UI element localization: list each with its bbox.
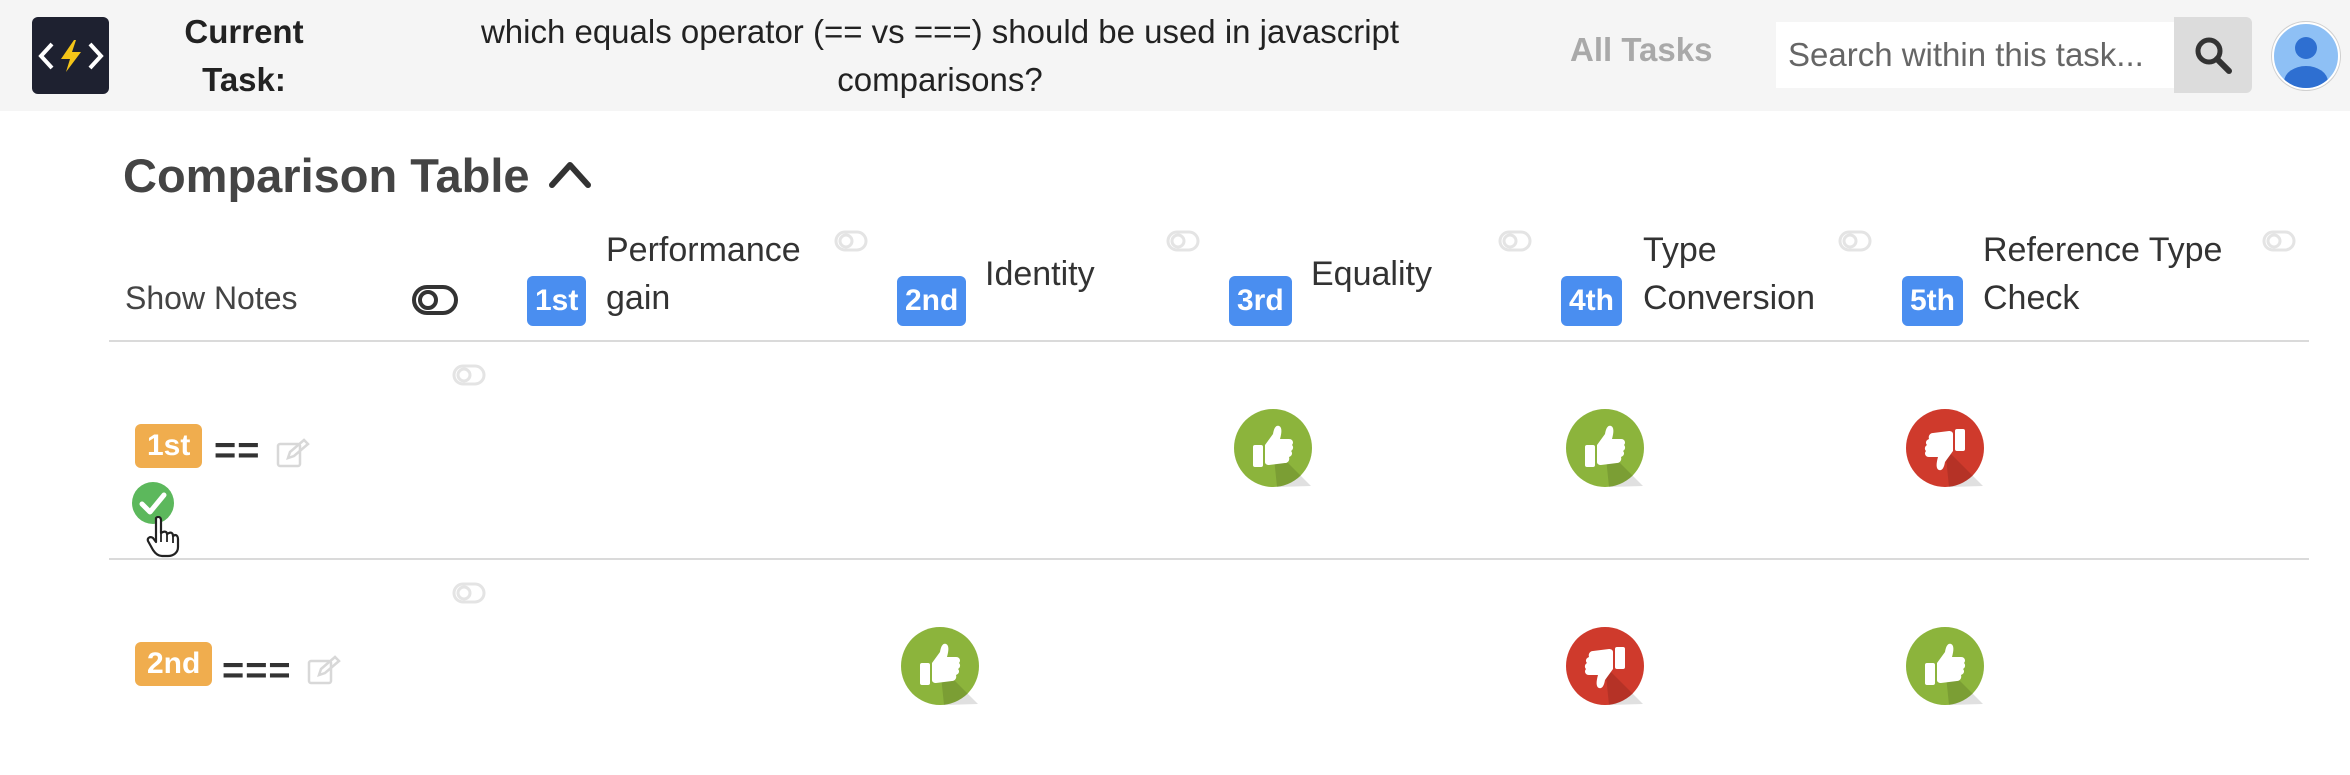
column-notes-toggle[interactable] (2262, 230, 2296, 252)
column-header-performance-gain: Performance gain (606, 226, 801, 322)
thumbs-up-icon[interactable] (1233, 408, 1313, 488)
app-logo[interactable] (32, 17, 109, 94)
column-rank-badge: 2nd (897, 276, 967, 326)
row-notes-toggle[interactable] (452, 582, 486, 604)
option-name: == (214, 430, 261, 472)
column-label-line: Reference Type (1983, 231, 2223, 269)
row-divider (109, 340, 2309, 342)
toggle-icon (452, 364, 486, 386)
toggle-icon (1838, 230, 1872, 252)
edit-icon[interactable] (307, 655, 341, 692)
column-rank-badge: 5th (1902, 276, 1963, 326)
user-avatar[interactable] (2272, 22, 2340, 90)
column-label-line: Conversion (1643, 279, 1815, 317)
column-header-equality: Equality (1311, 250, 1432, 298)
column-label-line: Type (1643, 231, 1717, 269)
all-tasks-link[interactable]: All Tasks (1570, 31, 1712, 69)
column-rank-badge: 3rd (1229, 276, 1292, 326)
bolt-code-icon (37, 39, 104, 72)
toggle-icon (1166, 230, 1200, 252)
column-header-type-conversion: Type Conversion (1643, 226, 1815, 322)
toggle-icon (412, 285, 458, 315)
column-rank-badge: 1st (527, 276, 587, 326)
user-avatar-icon (2284, 37, 2328, 88)
chevron-up-icon (549, 162, 591, 188)
column-notes-toggle[interactable] (1838, 230, 1872, 252)
option-name: === (222, 650, 292, 692)
column-label-line: gain (606, 279, 671, 317)
row-divider (109, 558, 2309, 560)
column-label-line: Identity (985, 255, 1095, 293)
row-rank-badge: 2nd (135, 642, 213, 686)
search-button[interactable] (2174, 17, 2252, 93)
hand-cursor-icon (146, 515, 180, 563)
toggle-icon (2262, 230, 2296, 252)
column-label-line: Performance (606, 231, 801, 269)
magnifier-icon (2195, 37, 2232, 74)
collapse-section-button[interactable] (546, 154, 594, 194)
top-bar: Current Task: which equals operator (== … (0, 0, 2350, 111)
search-input[interactable] (1776, 22, 2174, 88)
column-header-identity: Identity (985, 250, 1095, 298)
thumbs-up-icon[interactable] (1565, 408, 1645, 488)
task-title: which equals operator (== vs ===) should… (480, 13, 1400, 98)
column-notes-toggle[interactable] (1498, 230, 1532, 252)
column-rank-badge: 4th (1561, 276, 1622, 326)
current-task-label: Current Task: (184, 13, 304, 98)
toggle-icon (452, 582, 486, 604)
toggle-icon (834, 230, 868, 252)
show-notes-label: Show Notes (125, 280, 298, 316)
thumbs-down-icon[interactable] (1905, 408, 1985, 488)
show-notes-toggle[interactable] (412, 285, 458, 315)
column-header-reference-type-check: Reference Type Check (1983, 226, 2222, 322)
row-notes-toggle[interactable] (452, 364, 486, 386)
column-notes-toggle[interactable] (1166, 230, 1200, 252)
row-rank-badge: 1st (135, 424, 203, 468)
column-label-line: Equality (1311, 255, 1432, 293)
column-label-line: Check (1983, 279, 2080, 317)
column-notes-toggle[interactable] (834, 230, 868, 252)
edit-icon[interactable] (276, 438, 310, 475)
thumbs-up-icon[interactable] (900, 626, 980, 706)
section-title: Comparison Table (123, 149, 530, 202)
thumbs-down-icon[interactable] (1565, 626, 1645, 706)
toggle-icon (1498, 230, 1532, 252)
thumbs-up-icon[interactable] (1905, 626, 1985, 706)
